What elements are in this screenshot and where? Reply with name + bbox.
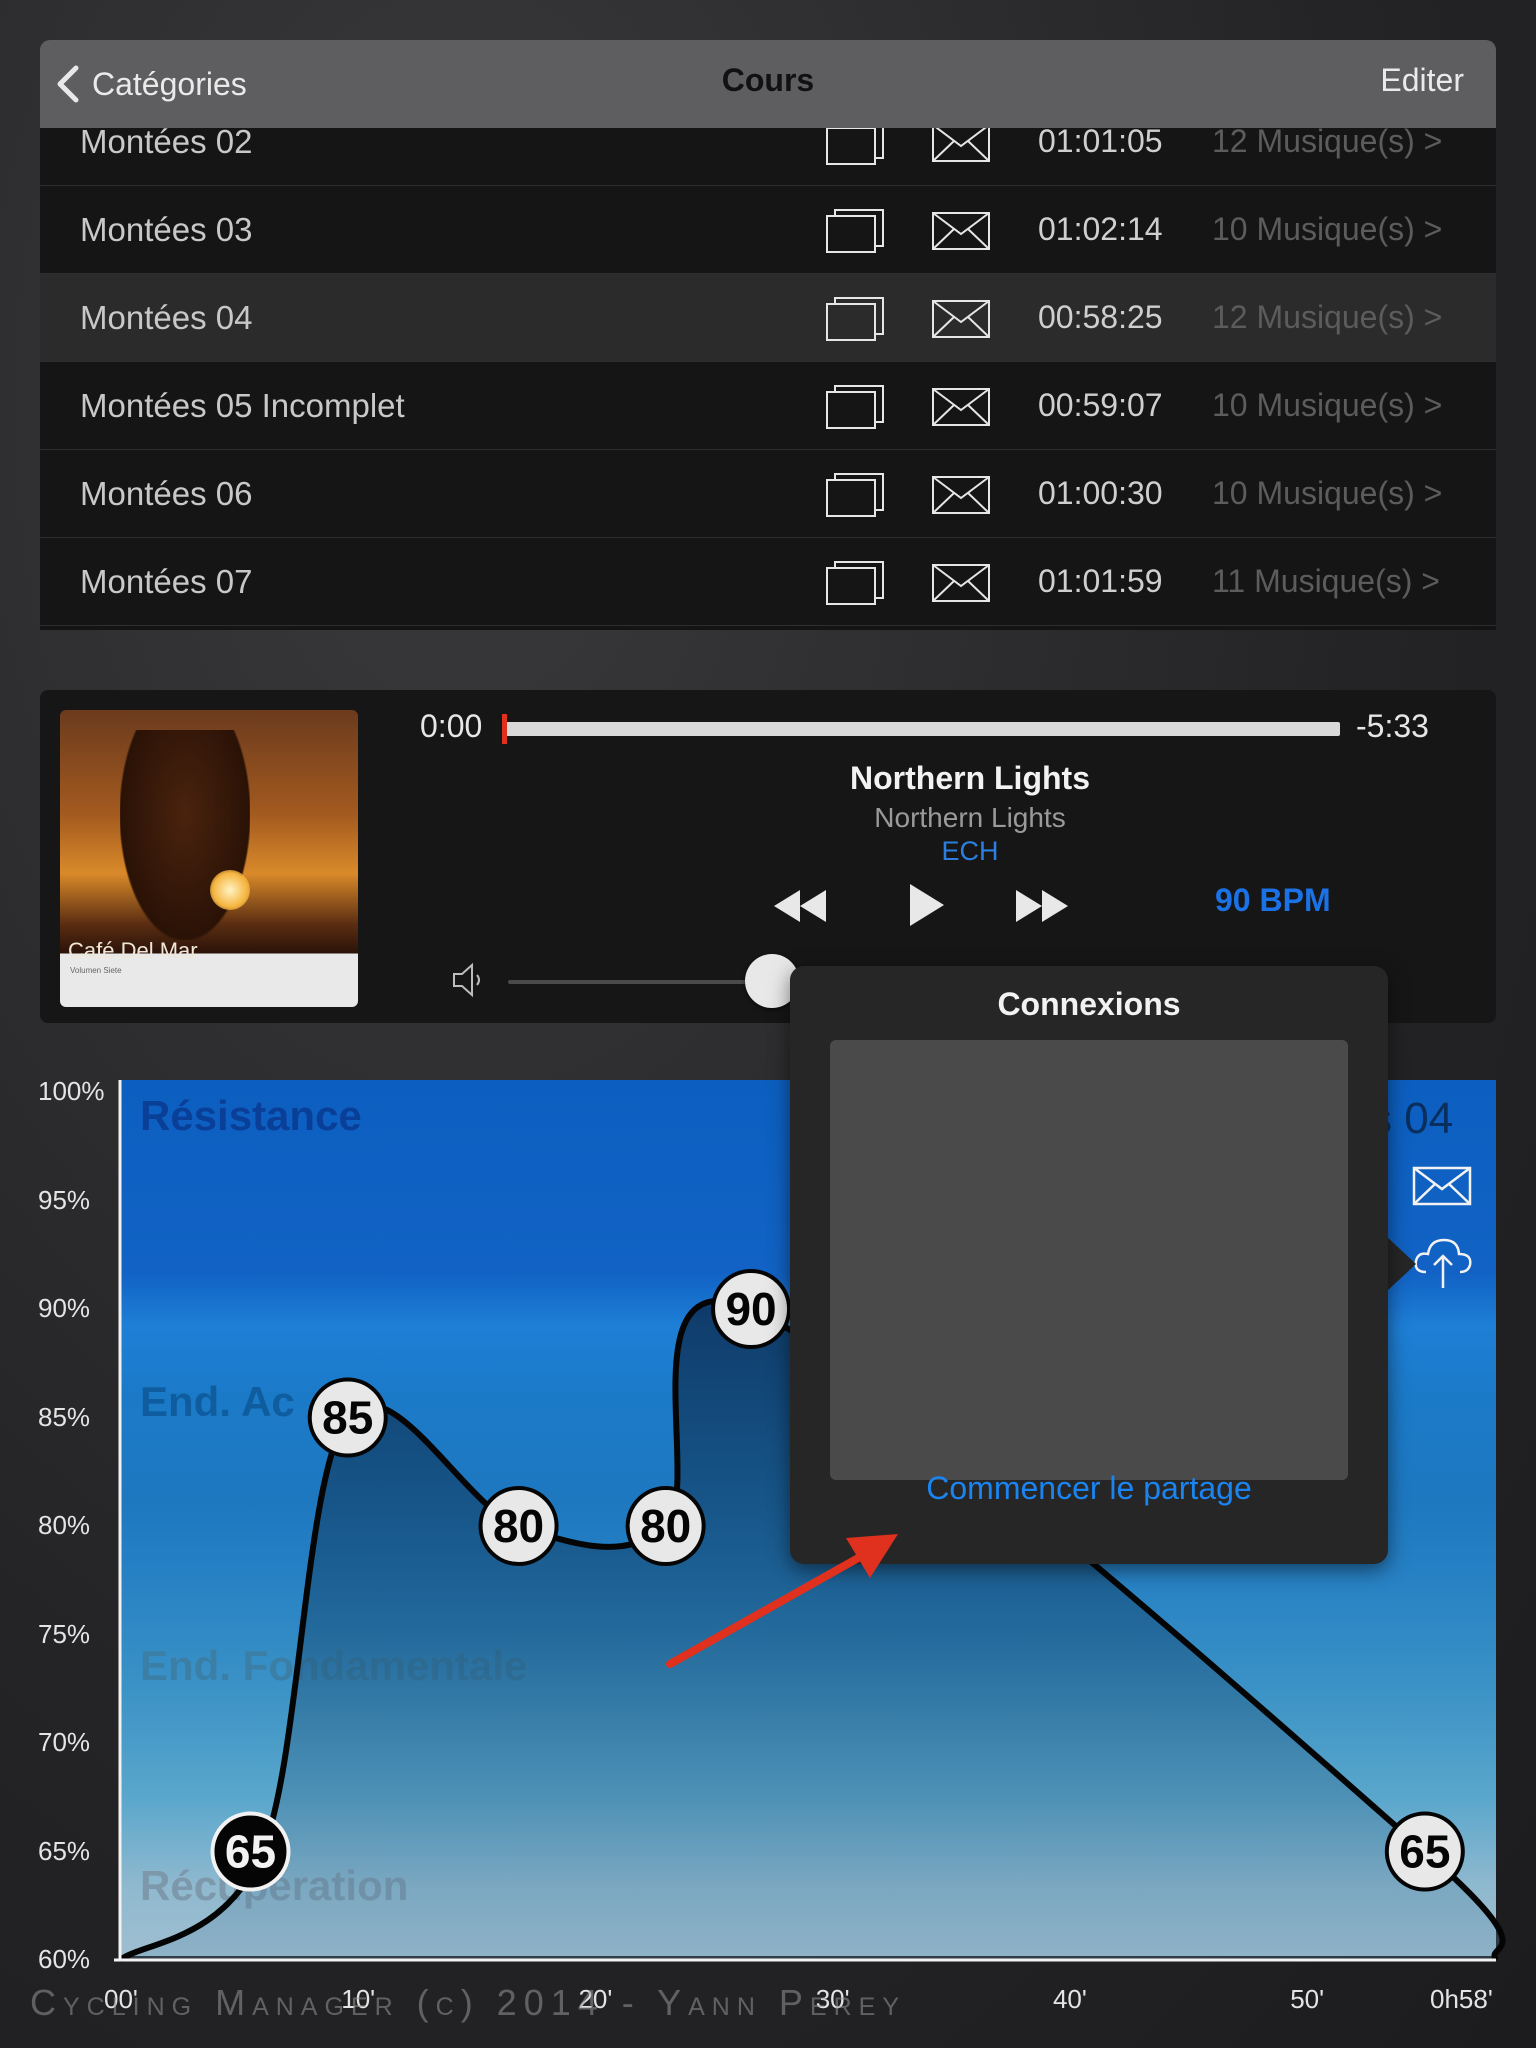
course-duration: 01:02:14 bbox=[1038, 211, 1163, 247]
copy-icon[interactable] bbox=[825, 560, 885, 606]
rewind-icon bbox=[774, 890, 826, 922]
mail-icon[interactable] bbox=[932, 388, 990, 426]
copy-icon[interactable] bbox=[825, 128, 885, 166]
track-title: Northern Lights bbox=[850, 760, 1090, 796]
y-tick-label: 95% bbox=[38, 1184, 91, 1215]
course-row-2[interactable]: Montées 04 00:58:25 12 Musique(s) > bbox=[40, 274, 1496, 362]
bpm-label: 90 BPM bbox=[1215, 882, 1331, 918]
zone-label-endurance-fondamentale: End. Fondamentale bbox=[140, 1642, 528, 1689]
mail-icon[interactable] bbox=[1412, 1166, 1472, 1206]
course-row-0[interactable]: Montées 02 01:01:05 12 Musique(s) > bbox=[40, 128, 1496, 186]
page-title: Cours bbox=[721, 62, 815, 98]
connections-popover: Connexions Commencer le partage bbox=[790, 966, 1388, 1564]
watermark: Cycling Manager (c) 2014 - Yann Perey bbox=[30, 1982, 906, 2023]
course-duration: 01:01:05 bbox=[1038, 128, 1163, 159]
course-tracks[interactable]: 10 Musique(s) > bbox=[1212, 211, 1442, 248]
mail-icon[interactable] bbox=[932, 128, 990, 162]
album-art-title: Café Del Mar bbox=[68, 938, 198, 963]
course-name: Montées 07 bbox=[80, 563, 253, 600]
zone-label-recuperation: Récupération bbox=[140, 1862, 409, 1909]
time-elapsed: 0:00 bbox=[420, 708, 483, 744]
copy-icon[interactable] bbox=[825, 208, 885, 254]
course-name: Montées 05 Incomplet bbox=[80, 387, 405, 424]
navigation-bar: Catégories Cours Editer bbox=[40, 40, 1496, 128]
mail-icon[interactable] bbox=[932, 212, 990, 250]
copy-icon[interactable] bbox=[825, 296, 885, 342]
y-tick-label: 85% bbox=[38, 1401, 91, 1432]
fast-forward-icon bbox=[1016, 890, 1068, 922]
course-name: Montées 04 bbox=[80, 299, 253, 336]
track-tag[interactable]: ECH bbox=[460, 836, 1480, 867]
fast-forward-button[interactable] bbox=[1012, 886, 1072, 926]
cloud-upload-icon[interactable] bbox=[1412, 1236, 1474, 1292]
course-tracks[interactable]: 10 Musique(s) > bbox=[1212, 475, 1442, 512]
mail-icon[interactable] bbox=[932, 564, 990, 602]
start-sharing-button[interactable]: Commencer le partage bbox=[790, 1470, 1388, 1507]
mail-icon[interactable] bbox=[932, 300, 990, 338]
album-art: Café Del Mar Volumen Siete bbox=[60, 710, 358, 1007]
play-icon bbox=[910, 884, 944, 926]
course-tracks[interactable]: 11 Musique(s) > bbox=[1212, 563, 1440, 600]
y-tick-label: 75% bbox=[38, 1618, 91, 1649]
copy-icon[interactable] bbox=[825, 384, 885, 430]
y-tick-label: 90% bbox=[38, 1293, 91, 1323]
progress-head[interactable] bbox=[502, 714, 507, 744]
y-tick-label: 70% bbox=[38, 1727, 91, 1757]
x-tick-label: 0h58' bbox=[1430, 1984, 1493, 2014]
course-row-4[interactable]: Montées 06 01:00:30 10 Musique(s) > bbox=[40, 450, 1496, 538]
mail-icon[interactable] bbox=[932, 476, 990, 514]
course-name: Montées 02 bbox=[80, 128, 253, 160]
album-art-subtitle: Volumen Siete bbox=[70, 966, 122, 975]
popover-title: Connexions bbox=[997, 986, 1181, 1022]
course-duration: 01:00:30 bbox=[1038, 475, 1163, 511]
course-row-3[interactable]: Montées 05 Incomplet 00:59:07 10 Musique… bbox=[40, 362, 1496, 450]
connections-list bbox=[830, 1040, 1348, 1480]
course-tracks[interactable]: 10 Musique(s) > bbox=[1212, 387, 1442, 424]
course-row-1[interactable]: Montées 03 01:02:14 10 Musique(s) > bbox=[40, 186, 1496, 274]
x-tick-label: 40' bbox=[1052, 1984, 1087, 2014]
time-remaining: -5:33 bbox=[1356, 708, 1429, 744]
popover-arrow bbox=[1386, 1236, 1416, 1292]
course-tracks[interactable]: 12 Musique(s) > bbox=[1212, 299, 1442, 336]
progress-slider[interactable] bbox=[504, 722, 1340, 736]
course-list: Montées 02 01:01:05 12 Musique(s) > Mont… bbox=[40, 128, 1496, 630]
y-tick-label: 65% bbox=[38, 1835, 91, 1866]
edit-button[interactable]: Editer bbox=[1380, 62, 1464, 99]
zone-label-endurance-active: End. Ac bbox=[140, 1378, 295, 1425]
album-art-sun bbox=[210, 870, 250, 910]
y-tick-label: 80% bbox=[38, 1510, 91, 1540]
y-tick-label: 100% bbox=[38, 1076, 105, 1106]
track-album: Northern Lights bbox=[874, 802, 1066, 833]
rewind-button[interactable] bbox=[770, 886, 830, 926]
course-name: Montées 06 bbox=[80, 475, 253, 512]
course-duration: 01:01:59 bbox=[1038, 563, 1163, 599]
y-tick-label: 60% bbox=[38, 1944, 91, 1974]
course-duration: 00:59:07 bbox=[1038, 387, 1163, 423]
copy-icon[interactable] bbox=[825, 472, 885, 518]
zone-label-resistance: Résistance bbox=[140, 1092, 362, 1139]
course-row-5[interactable]: Montées 07 01:01:59 11 Musique(s) > bbox=[40, 538, 1496, 626]
speaker-icon bbox=[453, 962, 480, 998]
course-name: Montées 03 bbox=[80, 211, 253, 248]
course-tracks[interactable]: 12 Musique(s) > bbox=[1212, 128, 1442, 160]
course-duration: 00:58:25 bbox=[1038, 299, 1163, 335]
play-button[interactable] bbox=[904, 880, 948, 930]
x-tick-label: 50' bbox=[1290, 1984, 1325, 2014]
